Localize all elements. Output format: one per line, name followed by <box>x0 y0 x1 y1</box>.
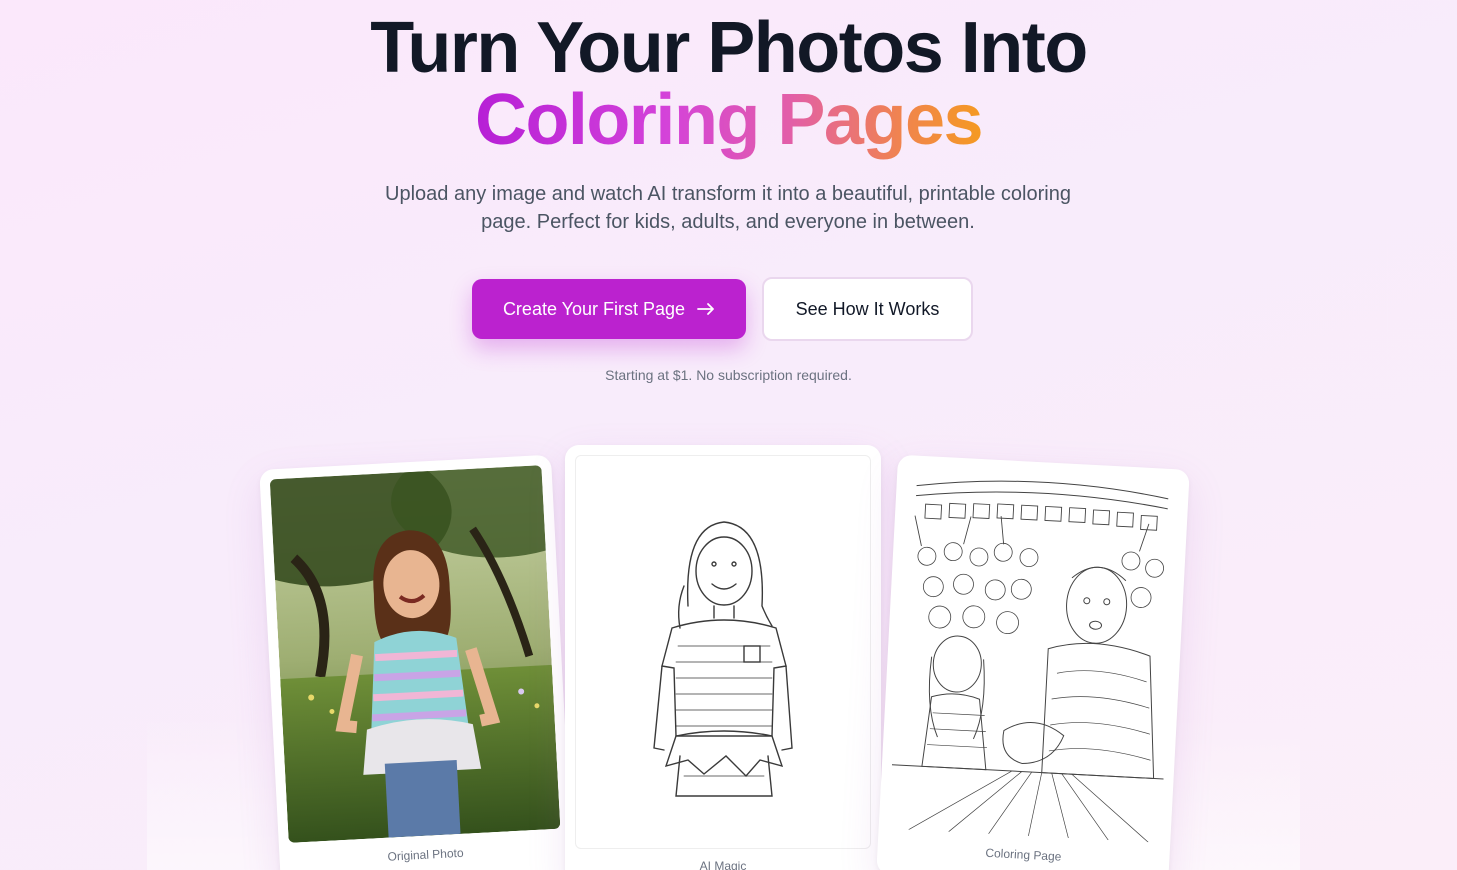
original-photo-image <box>269 465 561 843</box>
headline-gradient-text: Coloring Pages <box>474 80 984 160</box>
ai-magic-card: AI Magic <box>565 445 881 870</box>
see-how-it-works-button[interactable]: See How It Works <box>762 277 973 341</box>
arrow-right-icon <box>697 302 715 316</box>
ai-magic-caption: AI Magic <box>699 859 747 870</box>
hero-subtitle: Upload any image and watch AI transform … <box>385 183 1071 233</box>
original-photo-card: Original Photo <box>259 454 573 870</box>
coloring-page-caption: Coloring Page <box>985 845 1062 864</box>
see-how-it-works-label: See How It Works <box>795 298 940 319</box>
pricing-note: Starting at $1. No subscription required… <box>605 367 852 383</box>
coloring-page-image <box>888 465 1180 843</box>
coloring-page-card: Coloring Page <box>876 454 1190 870</box>
headline-highlight: Coloring Pages <box>0 78 1457 162</box>
ai-magic-image <box>575 455 871 849</box>
create-first-page-button[interactable]: Create Your First Page <box>472 279 746 339</box>
create-first-page-label: Create Your First Page <box>502 298 686 319</box>
original-photo-caption: Original Photo <box>387 845 464 864</box>
